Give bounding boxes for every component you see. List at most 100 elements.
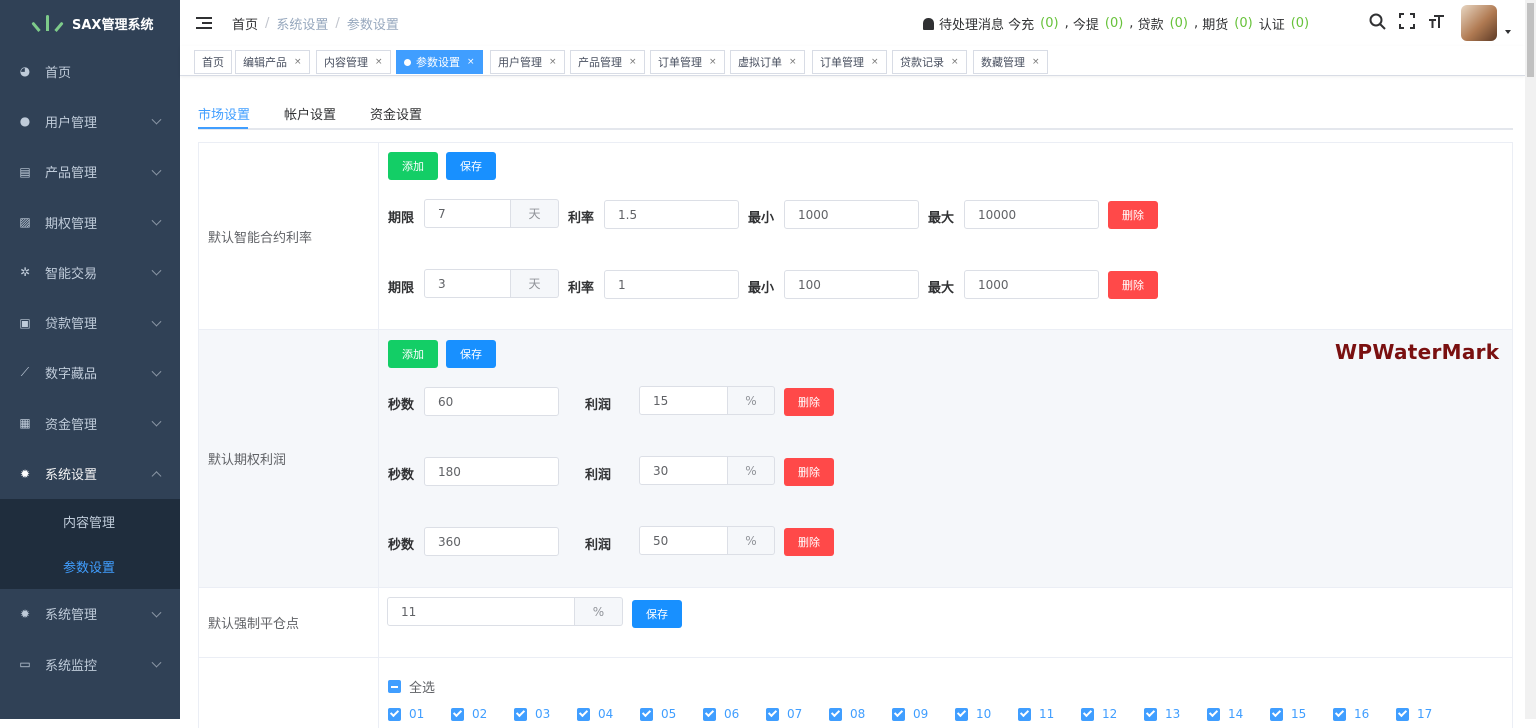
font-size-icon[interactable]	[1428, 12, 1446, 30]
tag-label: 数藏管理	[981, 56, 1025, 69]
hamburger-icon[interactable]	[196, 16, 212, 30]
document-icon: ▤	[19, 164, 31, 179]
link-icon: ⟋	[20, 365, 30, 380]
breadcrumb-home[interactable]: 首页	[232, 14, 258, 33]
profit-input[interactable]: 50	[639, 526, 728, 555]
tag-label: 虚拟订单	[738, 56, 782, 69]
close-icon[interactable]: ×	[789, 57, 797, 67]
tag-3[interactable]: 参数设置 ×	[396, 50, 483, 74]
sidebar-item-6[interactable]: ⟋ 数字藏品	[0, 348, 180, 398]
max-input[interactable]: 10000	[964, 200, 1099, 229]
add-contract-rate-button[interactable]: 添加	[388, 152, 438, 180]
period-input[interactable]: 7	[424, 199, 511, 228]
add-option-profit-button[interactable]: 添加	[388, 340, 438, 368]
chevron-down-icon	[151, 215, 162, 226]
tag-9[interactable]: 贷款记录 ×	[892, 50, 967, 74]
breadcrumb: 首页 / 系统设置 / 参数设置	[232, 14, 399, 33]
percent-append: %	[728, 386, 775, 415]
submenu-item-1[interactable]: 参数设置	[0, 544, 180, 589]
seconds-input[interactable]: 180	[424, 457, 559, 486]
profit-input[interactable]: 15	[639, 386, 728, 415]
chevron-down-icon	[151, 366, 162, 377]
percent-append: %	[575, 597, 623, 626]
tab-account-settings[interactable]: 帐户设置	[284, 104, 336, 123]
rate-input[interactable]: 1.5	[604, 200, 739, 229]
settings-icon: ✹	[19, 606, 31, 621]
liquidation-input[interactable]: 11	[387, 597, 575, 626]
tag-1[interactable]: 编辑产品 ×	[235, 50, 310, 74]
rate-input[interactable]: 1	[604, 270, 739, 299]
tag-8[interactable]: 订单管理 ×	[812, 50, 887, 74]
sidebar-item-0[interactable]: ◕ 首页	[0, 46, 180, 96]
wallet-icon: ▦	[19, 416, 31, 431]
app-logo[interactable]: SAX管理系统	[0, 0, 180, 46]
select-all-checkbox[interactable]: 全选	[388, 677, 435, 696]
tags-view: 首页 编辑产品 × 内容管理 × 参数设置 × 用户管理 × 产品管理 × 订单管理 × 虚拟订单 × 订单管…	[180, 46, 1525, 76]
sidebar-item-9[interactable]: ✹ 系统管理	[0, 589, 180, 639]
scrollbar-thumb[interactable]	[1527, 3, 1534, 77]
close-icon[interactable]: ×	[951, 57, 959, 67]
close-icon[interactable]: ×	[294, 57, 302, 67]
delete-button[interactable]: 删除	[784, 388, 834, 416]
tag-2[interactable]: 内容管理 ×	[316, 50, 391, 74]
delete-button[interactable]: 删除	[1108, 201, 1158, 229]
fullscreen-icon[interactable]	[1398, 12, 1416, 30]
tag-0[interactable]: 首页	[194, 50, 232, 74]
close-icon[interactable]: ×	[709, 57, 717, 67]
sidebar-item-8[interactable]: ✹ 系统设置	[0, 448, 180, 498]
close-icon[interactable]: ×	[467, 57, 475, 67]
delete-button[interactable]: 删除	[1108, 271, 1158, 299]
tag-5[interactable]: 产品管理 ×	[570, 50, 645, 74]
checkbox-indeterminate-icon	[388, 680, 401, 693]
caret-down-icon[interactable]	[1505, 30, 1511, 34]
close-icon[interactable]: ×	[1032, 57, 1040, 67]
tag-6[interactable]: 订单管理 ×	[650, 50, 725, 74]
period-label: 期限	[388, 281, 415, 296]
tab-market-settings[interactable]: 市场设置	[198, 104, 250, 123]
save-option-profit-button[interactable]: 保存	[446, 340, 496, 368]
gear-icon: ✲	[19, 265, 31, 280]
close-icon[interactable]: ×	[549, 57, 557, 67]
seconds-input[interactable]: 60	[424, 387, 559, 416]
period-input[interactable]: 3	[424, 269, 511, 298]
delete-button[interactable]: 删除	[784, 528, 834, 556]
notice-item-label: 今提	[1072, 18, 1099, 33]
delete-button[interactable]: 删除	[784, 458, 834, 486]
chart-icon: ▨	[19, 215, 31, 230]
sidebar-item-label: 产品管理	[45, 166, 98, 182]
scrollbar[interactable]	[1525, 0, 1536, 719]
notice-bar[interactable]: 待处理消息 今充 (0), 今提 (0), 贷款 (0), 期货 (0) 认证 (0)	[923, 14, 1315, 33]
min-input[interactable]: 1000	[784, 200, 919, 229]
tab-fund-settings[interactable]: 资金设置	[370, 104, 422, 123]
tag-4[interactable]: 用户管理 ×	[490, 50, 565, 74]
tag-10[interactable]: 数藏管理 ×	[973, 50, 1048, 74]
close-icon[interactable]: ×	[871, 57, 879, 67]
close-icon[interactable]: ×	[375, 57, 383, 67]
tag-7[interactable]: 虚拟订单 ×	[730, 50, 805, 74]
min-label: 最小	[748, 281, 775, 296]
user-avatar[interactable]	[1461, 5, 1497, 41]
sidebar-item-2[interactable]: ▤ 产品管理	[0, 147, 180, 197]
max-input[interactable]: 1000	[964, 270, 1099, 299]
sidebar-item-3[interactable]: ▨ 期权管理	[0, 197, 180, 247]
sidebar-item-10[interactable]: ▭ 系统监控	[0, 639, 180, 689]
watermark: WPWaterMark	[1335, 340, 1500, 364]
profit-input[interactable]: 30	[639, 456, 728, 485]
sidebar-item-label: 期权管理	[45, 216, 98, 232]
sidebar-item-1[interactable]: ● 用户管理	[0, 96, 180, 146]
min-input[interactable]: 100	[784, 270, 919, 299]
close-icon[interactable]: ×	[629, 57, 637, 67]
save-contract-rate-button[interactable]: 保存	[446, 152, 496, 180]
sidebar-item-label: 智能交易	[45, 266, 98, 282]
sidebar-item-label: 首页	[45, 65, 72, 81]
rate-label: 利率	[568, 211, 595, 226]
seconds-input[interactable]: 360	[424, 527, 559, 556]
submenu-item-0[interactable]: 内容管理	[0, 499, 180, 544]
sidebar-item-7[interactable]: ▦ 资金管理	[0, 398, 180, 448]
sidebar-item-4[interactable]: ✲ 智能交易	[0, 247, 180, 297]
sidebar-item-5[interactable]: ▣ 贷款管理	[0, 297, 180, 347]
save-liquidation-button[interactable]: 保存	[632, 600, 682, 628]
user-icon: ●	[19, 114, 31, 129]
search-icon[interactable]	[1368, 12, 1386, 30]
percent-append: %	[728, 526, 775, 555]
